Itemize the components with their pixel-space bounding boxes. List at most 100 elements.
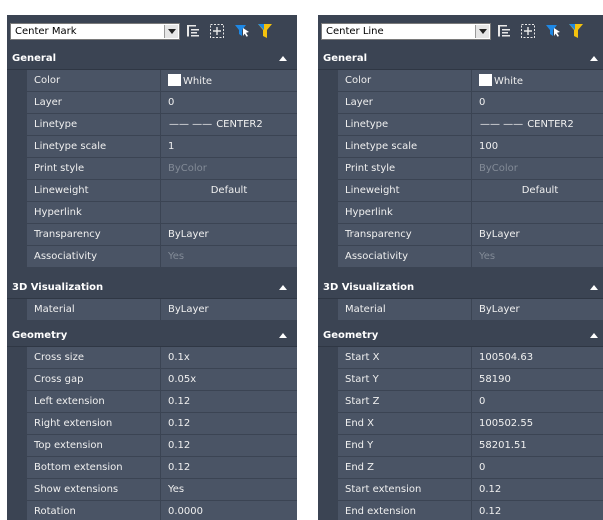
property-value[interactable]: White: [472, 70, 603, 91]
property-value[interactable]: —— —— CENTER2: [472, 114, 603, 135]
collapse-arrow-icon[interactable]: [279, 333, 287, 338]
property-name: Hyperlink: [27, 202, 161, 223]
section-geometry[interactable]: Geometry: [318, 325, 603, 347]
property-value[interactable]: 0.12: [161, 457, 297, 478]
section-general[interactable]: General: [318, 48, 603, 70]
property-value[interactable]: 0.05x: [161, 369, 297, 390]
property-value[interactable]: 58190: [472, 369, 603, 390]
property-value[interactable]: 0.12: [161, 413, 297, 434]
property-name: Print style: [338, 158, 472, 179]
property-row-material[interactable]: Material ByLayer: [7, 299, 297, 321]
property-row-end-z[interactable]: End Z 0: [318, 457, 603, 479]
collapse-arrow-icon[interactable]: [279, 285, 287, 290]
property-value[interactable]: 100: [472, 136, 603, 157]
property-value[interactable]: [472, 202, 603, 223]
property-row-print-style[interactable]: Print style ByColor: [318, 158, 603, 180]
property-value[interactable]: 0.1x: [161, 347, 297, 368]
property-row-associativity[interactable]: Associativity Yes: [318, 246, 603, 268]
property-name: Associativity: [338, 246, 472, 267]
property-value[interactable]: 100502.55: [472, 413, 603, 434]
property-row-linetype-scale[interactable]: Linetype scale 1: [7, 136, 297, 158]
collapse-arrow-icon[interactable]: [590, 56, 598, 61]
select-objects-icon[interactable]: [209, 23, 225, 39]
property-row-rotation[interactable]: Rotation 0.0000: [7, 501, 297, 520]
property-name: Lineweight: [27, 180, 161, 201]
property-row-start-y[interactable]: Start Y 58190: [318, 369, 603, 391]
section-3d-visualization[interactable]: 3D Visualization: [7, 277, 297, 299]
property-row-left-extension[interactable]: Left extension 0.12: [7, 391, 297, 413]
property-value[interactable]: 0.0000: [161, 501, 297, 520]
property-row-layer[interactable]: Layer 0: [318, 92, 603, 114]
property-value[interactable]: 0: [472, 457, 603, 478]
property-row-start-extension[interactable]: Start extension 0.12: [318, 479, 603, 501]
chevron-down-icon[interactable]: [164, 25, 178, 38]
property-value[interactable]: White: [161, 70, 297, 91]
object-type-select[interactable]: Center Line: [321, 23, 491, 40]
property-value[interactable]: 1: [161, 136, 297, 157]
property-row-layer[interactable]: Layer 0: [7, 92, 297, 114]
select-objects-icon[interactable]: [520, 23, 536, 39]
property-row-right-extension[interactable]: Right extension 0.12: [7, 413, 297, 435]
property-value[interactable]: ByLayer: [472, 224, 603, 245]
property-value[interactable]: Default: [161, 180, 297, 201]
property-row-lineweight[interactable]: Lineweight Default: [7, 180, 297, 202]
property-value[interactable]: 0.12: [472, 501, 603, 520]
filter-icon[interactable]: [568, 23, 584, 39]
property-value[interactable]: [161, 202, 297, 223]
property-value[interactable]: ByLayer: [161, 224, 297, 245]
property-value[interactable]: ByLayer: [472, 299, 603, 320]
property-value[interactable]: 0: [472, 391, 603, 412]
property-value[interactable]: 0.12: [472, 479, 603, 500]
property-row-end-y[interactable]: End Y 58201.51: [318, 435, 603, 457]
section-3d-visualization[interactable]: 3D Visualization: [318, 277, 603, 299]
property-row-show-extensions[interactable]: Show extensions Yes: [7, 479, 297, 501]
property-value[interactable]: 0.12: [161, 391, 297, 412]
property-row-cross-size[interactable]: Cross size 0.1x: [7, 347, 297, 369]
section-general[interactable]: General: [7, 48, 297, 70]
property-row-start-z[interactable]: Start Z 0: [318, 391, 603, 413]
property-row-linetype-scale[interactable]: Linetype scale 100: [318, 136, 603, 158]
property-row-lineweight[interactable]: Lineweight Default: [318, 180, 603, 202]
property-row-transparency[interactable]: Transparency ByLayer: [7, 224, 297, 246]
property-value[interactable]: 58201.51: [472, 435, 603, 456]
property-row-start-x[interactable]: Start X 100504.63: [318, 347, 603, 369]
property-name: Left extension: [27, 391, 161, 412]
property-row-top-extension[interactable]: Top extension 0.12: [7, 435, 297, 457]
property-row-color[interactable]: Color White: [7, 70, 297, 92]
property-value[interactable]: ByLayer: [161, 299, 297, 320]
property-row-end-extension[interactable]: End extension 0.12: [318, 501, 603, 520]
property-row-hyperlink[interactable]: Hyperlink: [318, 202, 603, 224]
section-title: 3D Visualization: [12, 282, 104, 293]
property-row-linetype[interactable]: Linetype —— —— CENTER2: [318, 114, 603, 136]
property-row-transparency[interactable]: Transparency ByLayer: [318, 224, 603, 246]
property-row-hyperlink[interactable]: Hyperlink: [7, 202, 297, 224]
property-value[interactable]: 100504.63: [472, 347, 603, 368]
quick-select-icon[interactable]: [234, 23, 250, 39]
quick-select-icon[interactable]: [545, 23, 561, 39]
property-row-associativity[interactable]: Associativity Yes: [7, 246, 297, 268]
property-row-material[interactable]: Material ByLayer: [318, 299, 603, 321]
property-row-end-x[interactable]: End X 100502.55: [318, 413, 603, 435]
property-row-cross-gap[interactable]: Cross gap 0.05x: [7, 369, 297, 391]
collapse-arrow-icon[interactable]: [590, 333, 598, 338]
collapse-arrow-icon[interactable]: [279, 56, 287, 61]
property-value[interactable]: —— —— CENTER2: [161, 114, 297, 135]
properties-toolbar: Center Mark: [7, 15, 297, 48]
object-type-select[interactable]: Center Mark: [10, 23, 180, 40]
property-value[interactable]: Default: [472, 180, 603, 201]
property-row-bottom-extension[interactable]: Bottom extension 0.12: [7, 457, 297, 479]
property-row-color[interactable]: Color White: [318, 70, 603, 92]
property-value[interactable]: 0.12: [161, 435, 297, 456]
property-name: Layer: [27, 92, 161, 113]
property-value[interactable]: Yes: [161, 479, 297, 500]
collapse-arrow-icon[interactable]: [590, 285, 598, 290]
property-row-linetype[interactable]: Linetype —— —— CENTER2: [7, 114, 297, 136]
chevron-down-icon[interactable]: [475, 25, 489, 38]
section-geometry[interactable]: Geometry: [7, 325, 297, 347]
property-value[interactable]: 0: [472, 92, 603, 113]
property-value[interactable]: 0: [161, 92, 297, 113]
toggle-pickadd-icon[interactable]: [496, 23, 512, 39]
toggle-pickadd-icon[interactable]: [185, 23, 201, 39]
filter-icon[interactable]: [257, 23, 273, 39]
property-row-print-style[interactable]: Print style ByColor: [7, 158, 297, 180]
